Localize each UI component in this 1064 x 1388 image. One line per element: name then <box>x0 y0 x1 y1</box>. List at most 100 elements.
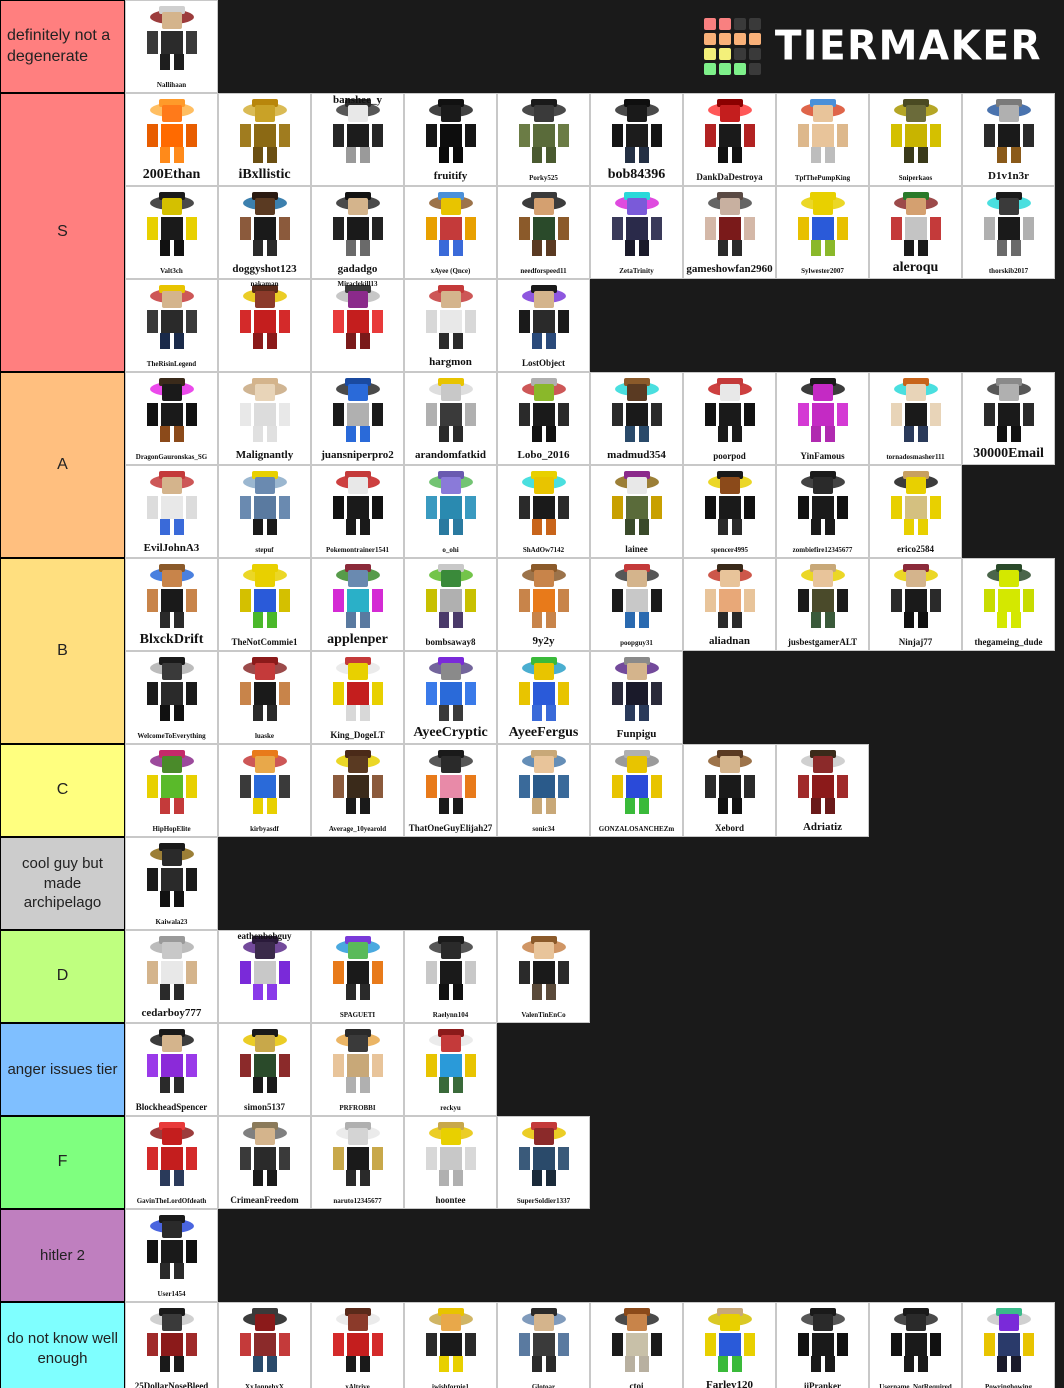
tier-label[interactable]: F <box>0 1116 125 1209</box>
tier-item[interactable]: lainee <box>590 465 683 558</box>
tier-item[interactable]: Adriatiz <box>776 744 869 837</box>
tiermaker-logo[interactable]: TIERMAKER <box>703 18 1064 75</box>
tier-label[interactable]: cool guy but made archipelago <box>0 837 125 930</box>
tier-items-container[interactable]: BlockheadSpencer simon5137 PRFROBBI reckyu <box>125 1023 1064 1116</box>
tier-item[interactable]: DankDaDestroya <box>683 93 776 186</box>
tier-label-degenerate[interactable]: definitely not a degenerate <box>0 0 125 93</box>
tier-items-container[interactable]: DragonGauronskas_SG Malignantly juansniper… <box>125 372 1064 558</box>
tier-item[interactable]: banshee_y <box>311 93 404 186</box>
tier-item[interactable]: hoontee <box>404 1116 497 1209</box>
tier-item[interactable]: spencer4995 <box>683 465 776 558</box>
tier-item[interactable]: iBxllistic <box>218 93 311 186</box>
tier-item[interactable]: bob84396 <box>590 93 683 186</box>
tier-item[interactable]: tornadosmasher111 <box>869 372 962 465</box>
tier-item[interactable]: Sniperkaos <box>869 93 962 186</box>
tier-item[interactable]: Malignantly <box>218 372 311 465</box>
tier-items-container[interactable]: 200Ethan iBxllistic banshee_y fruitify Porky… <box>125 93 1064 372</box>
tier-item[interactable]: Ninjaj77 <box>869 558 962 651</box>
tier-item[interactable]: DragonGauronskas_SG <box>125 372 218 465</box>
tier-item[interactable]: xAltrive <box>311 1302 404 1388</box>
tier-label[interactable]: hitler 2 <box>0 1209 125 1302</box>
tier-item[interactable]: XxJonnehxX <box>218 1302 311 1388</box>
tier-item[interactable]: GavinTheLordOfdeath <box>125 1116 218 1209</box>
tier-item[interactable]: Username_NotRequired <box>869 1302 962 1388</box>
tier-item[interactable]: ShAdOw7142 <box>497 465 590 558</box>
tier-item[interactable]: TheRisinLegend <box>125 279 218 372</box>
tier-item[interactable]: GONZALOSANCHEZm <box>590 744 683 837</box>
tier-items-container[interactable]: Kaiwala23 <box>125 837 1064 930</box>
tier-item[interactable]: nakaman <box>218 279 311 372</box>
tier-item[interactable]: doggyshot123 <box>218 186 311 279</box>
tier-item[interactable]: erico2584 <box>869 465 962 558</box>
tier-item[interactable]: stepuf <box>218 465 311 558</box>
tier-item[interactable]: User1454 <box>125 1209 218 1302</box>
tier-item[interactable]: CrimeanFreedom <box>218 1116 311 1209</box>
tier-item[interactable]: 30000Email <box>962 372 1055 465</box>
tier-item[interactable]: Powringhowing <box>962 1302 1055 1388</box>
tier-label[interactable]: A <box>0 372 125 558</box>
tier-item[interactable]: Funpigu <box>590 651 683 744</box>
tier-item[interactable]: bombsaway8 <box>404 558 497 651</box>
tier-item[interactable]: 9y2y <box>497 558 590 651</box>
tier-item[interactable]: Pokemontrainer1541 <box>311 465 404 558</box>
tier-items-container[interactable]: cedarboy777 eathenbobguy SPAGUETI Raelynn10… <box>125 930 1064 1023</box>
tier-items-container[interactable]: BlxckDrift TheNotCommie1 applenper bombsawa… <box>125 558 1064 744</box>
tier-item[interactable]: eathenbobguy <box>218 930 311 1023</box>
tier-item[interactable]: Porky525 <box>497 93 590 186</box>
tier-item[interactable]: TheNotCommie1 <box>218 558 311 651</box>
tier-items-container[interactable]: 25DollarNoseBleed XxJonnehxX xAltrive iwish… <box>125 1302 1064 1388</box>
tier-item[interactable]: fruitify <box>404 93 497 186</box>
tier-items-container[interactable]: GavinTheLordOfdeath CrimeanFreedom naruto1… <box>125 1116 1064 1209</box>
tier-item[interactable]: hargmon <box>404 279 497 372</box>
tier-item[interactable]: Lobo_2016 <box>497 372 590 465</box>
tier-item[interactable]: applenper <box>311 558 404 651</box>
tier-item[interactable]: WelcomeToEverything <box>125 651 218 744</box>
tier-item[interactable]: Xebord <box>683 744 776 837</box>
tier-item[interactable]: thorskib2017 <box>962 186 1055 279</box>
tier-item[interactable]: sonic34 <box>497 744 590 837</box>
tier-item[interactable]: YinFamous <box>776 372 869 465</box>
tier-item[interactable]: aliadnan <box>683 558 776 651</box>
tier-label[interactable]: C <box>0 744 125 837</box>
tier-label[interactable]: D <box>0 930 125 1023</box>
tier-item[interactable]: EvilJohnA3 <box>125 465 218 558</box>
tier-item[interactable]: needforspeed11 <box>497 186 590 279</box>
tier-item[interactable]: TpfThePumpKing <box>776 93 869 186</box>
tier-label[interactable]: anger issues tier <box>0 1023 125 1116</box>
tier-item[interactable]: Miraclekill13 <box>311 279 404 372</box>
tier-item[interactable]: poopguy31 <box>590 558 683 651</box>
tier-items-container[interactable]: HipHopElite kirbyasdf Average_10yearold Tha… <box>125 744 1064 837</box>
tier-item[interactable]: juansniperpro2 <box>311 372 404 465</box>
tier-item[interactable]: cedarboy777 <box>125 930 218 1023</box>
tier-item[interactable]: AyeeCryptic <box>404 651 497 744</box>
tier-item[interactable]: ZetaTrinity <box>590 186 683 279</box>
tier-item[interactable]: reckyu <box>404 1023 497 1116</box>
tier-item[interactable]: BlockheadSpencer <box>125 1023 218 1116</box>
tier-item[interactable]: AyeeFergus <box>497 651 590 744</box>
tier-item[interactable]: Nallihaan <box>125 0 218 93</box>
tier-item[interactable]: Average_10yearold <box>311 744 404 837</box>
tier-item[interactable]: jusbestgamerALT <box>776 558 869 651</box>
tier-item[interactable]: Valt3ch <box>125 186 218 279</box>
tier-item[interactable]: 25DollarNoseBleed <box>125 1302 218 1388</box>
tier-label[interactable]: S <box>0 93 125 372</box>
tier-item[interactable]: ctoi <box>590 1302 683 1388</box>
tier-item[interactable]: PRFROBBI <box>311 1023 404 1116</box>
tier-item[interactable]: gadadgo <box>311 186 404 279</box>
tier-item[interactable]: LostObject <box>497 279 590 372</box>
tier-item[interactable]: Sylwester2007 <box>776 186 869 279</box>
tier-item[interactable]: Glotoar <box>497 1302 590 1388</box>
tier-item[interactable]: zombiefire12345677 <box>776 465 869 558</box>
tier-item[interactable]: Farley120 <box>683 1302 776 1388</box>
tier-label[interactable]: do not know well enough <box>0 1302 125 1388</box>
tier-item[interactable]: gameshowfan2960 <box>683 186 776 279</box>
tier-item[interactable]: HipHopElite <box>125 744 218 837</box>
tier-item[interactable]: Raelynn104 <box>404 930 497 1023</box>
tier-item[interactable]: luaske <box>218 651 311 744</box>
tier-item[interactable]: Kaiwala23 <box>125 837 218 930</box>
tier-item[interactable]: 200Ethan <box>125 93 218 186</box>
tier-item[interactable]: xAyee (Qnce) <box>404 186 497 279</box>
tier-item[interactable]: D1v1n3r <box>962 93 1055 186</box>
tier-item[interactable]: iwishforpie1 <box>404 1302 497 1388</box>
tier-item[interactable]: thegameing_dude <box>962 558 1055 651</box>
